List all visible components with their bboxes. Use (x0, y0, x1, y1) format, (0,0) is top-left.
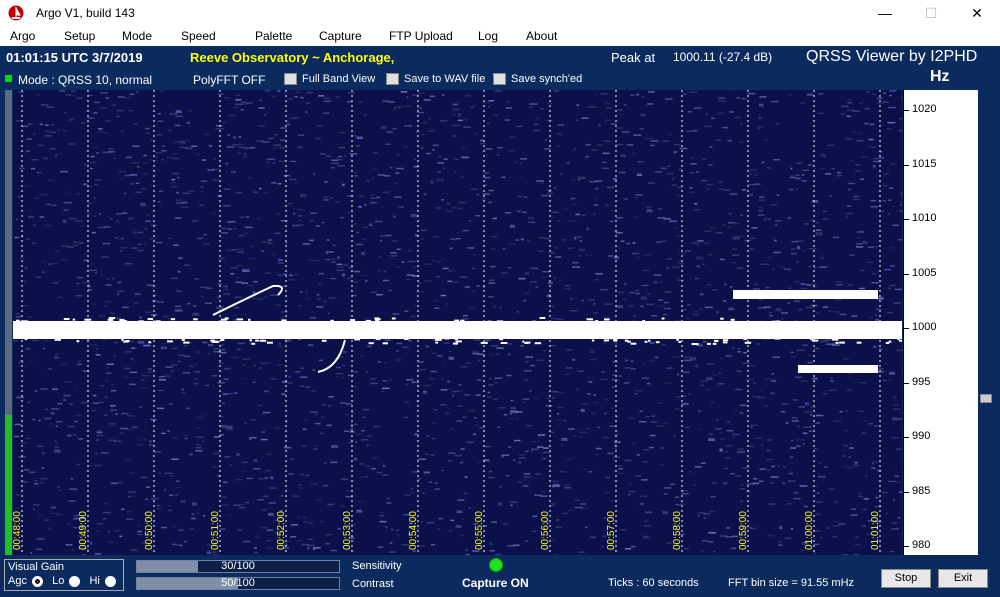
frequency-axis: 1020 1015 1010 1005 1000 995 990 985 980 (903, 90, 978, 555)
time-tick-label: 00:54:00 (408, 511, 419, 550)
secondary-signal (798, 365, 878, 373)
agc-radio[interactable] (32, 575, 44, 587)
signal-level-bar (5, 90, 12, 555)
freq-tick-mark (904, 219, 909, 220)
time-tick-label: 00:58:00 (672, 511, 683, 550)
time-tick-label: 00:55:00 (474, 511, 485, 550)
full-band-label: Full Band View (302, 73, 376, 85)
sensitivity-value: 30/100 (221, 560, 255, 572)
freq-tick-label: 995 (912, 375, 931, 388)
freq-tick-label: 980 (912, 539, 931, 551)
hi-label: Hi (89, 575, 100, 587)
hi-radio[interactable] (104, 575, 116, 587)
menu-ftp-upload[interactable]: FTP Upload (389, 29, 453, 43)
capture-indicator (489, 558, 503, 572)
observatory-label: Reeve Observatory ~ Anchorage, (190, 50, 395, 65)
freq-tick-label: 1000 (912, 321, 937, 333)
time-tick-label: 01:01:00 (870, 511, 881, 550)
window-title: Argo V1, build 143 (36, 6, 135, 20)
menu-about[interactable]: About (526, 29, 557, 43)
freq-tick-mark (904, 273, 909, 275)
menu-speed[interactable]: Speed (181, 29, 216, 43)
time-tick-label: 00:50:00 (144, 511, 155, 550)
save-wav-checkbox[interactable]: Save to WAV file (386, 73, 485, 85)
utc-clock: 01:01:15 UTC 3/7/2019 (6, 50, 143, 65)
time-tick-label: 00:48:00 (13, 511, 23, 550)
polyfft-toggle[interactable]: PolyFFT OFF (193, 73, 265, 87)
time-tick-label: 00:52:00 (276, 511, 287, 550)
lo-radio[interactable] (69, 575, 81, 587)
menu-bar: Argo Setup Mode Speed Palette Capture FT… (0, 26, 1000, 46)
drift-signal (317, 339, 346, 373)
freq-tick-mark (904, 164, 909, 166)
freq-tick-mark (904, 110, 909, 111)
freq-tick-mark (904, 546, 909, 547)
title-bar: Argo V1, build 143 — ☐ ✕ (0, 0, 1000, 26)
menu-argo[interactable]: Argo (10, 29, 35, 43)
drift-signal (212, 284, 283, 316)
time-tick-label: 01:00:00 (804, 511, 815, 550)
bottom-controls: Visual Gain Agc Lo Hi 30/100 Sensitivity… (0, 555, 1000, 597)
freq-tick-label: 1005 (912, 266, 937, 279)
unit-label: Hz (930, 68, 950, 85)
freq-tick-mark (904, 382, 909, 384)
menu-setup[interactable]: Setup (64, 29, 95, 43)
freq-tick-label: 1020 (912, 103, 937, 115)
freq-tick-mark (904, 437, 909, 438)
checkbox-box (284, 73, 297, 85)
freq-tick-label: 1015 (912, 157, 937, 170)
checkbox-box (386, 73, 399, 85)
exit-button[interactable]: Exit (938, 569, 988, 588)
save-synched-checkbox[interactable]: Save synch'ed (493, 73, 582, 85)
freq-tick-label: 985 (912, 484, 931, 497)
lo-label: Lo (52, 575, 65, 587)
agc-label: Agc (8, 575, 27, 587)
secondary-signal (733, 290, 878, 299)
maximize-button[interactable]: ☐ (908, 0, 954, 26)
menu-palette[interactable]: Palette (255, 29, 292, 43)
ticks-label: Ticks : 60 seconds (608, 577, 699, 589)
peak-label: Peak at (611, 50, 656, 65)
checkbox-box (493, 73, 506, 85)
freq-tick-label: 990 (912, 430, 931, 442)
capture-status: Capture ON (462, 576, 529, 590)
menu-log[interactable]: Log (478, 29, 498, 43)
freq-tick-label: 1010 (912, 212, 937, 224)
contrast-value: 50/100 (221, 577, 255, 589)
time-tick-label: 00:56:00 (540, 511, 551, 550)
full-band-checkbox[interactable]: Full Band View (284, 73, 375, 85)
time-tick-label: 00:57:00 (606, 511, 617, 550)
stop-button[interactable]: Stop (881, 569, 931, 588)
fft-bin-size: FFT bin size = 91.55 mHz (728, 577, 855, 589)
time-tick-label: 00:53:00 (342, 511, 353, 550)
status-indicator (5, 75, 12, 82)
slider-thumb[interactable] (980, 394, 992, 403)
sensitivity-slider[interactable]: 30/100 (136, 560, 340, 573)
contrast-label: Contrast (352, 578, 394, 590)
visual-gain-group: Visual Gain Agc Lo Hi (4, 559, 124, 591)
waterfall-display[interactable]: 00:48:00 00:49:00 00:50:00 00:51:00 00:52:00… (13, 90, 902, 555)
freq-tick-mark (904, 491, 909, 493)
menu-capture[interactable]: Capture (319, 29, 362, 43)
visual-gain-label: Visual Gain (8, 561, 65, 573)
save-wav-label: Save to WAV file (404, 73, 486, 85)
peak-value: 1000.11 (-27.4 dB) (673, 50, 773, 64)
argo-app-icon (8, 5, 24, 21)
minimize-button[interactable]: — (862, 0, 908, 26)
waterfall-canvas: 00:48:00 00:49:00 00:50:00 00:51:00 00:52:00… (13, 90, 902, 555)
sensitivity-label: Sensitivity (352, 560, 402, 572)
contrast-slider[interactable]: 50/100 (136, 577, 340, 590)
mode-label: Mode : QRSS 10, normal (18, 73, 153, 87)
freq-tick-mark (904, 328, 909, 329)
menu-mode[interactable]: Mode (122, 29, 152, 43)
frequency-scroll-slider[interactable] (978, 90, 1000, 555)
close-button[interactable]: ✕ (954, 0, 1000, 26)
time-tick-label: 00:49:00 (78, 511, 89, 550)
time-tick-label: 00:59:00 (738, 511, 749, 550)
save-synched-label: Save synch'ed (511, 73, 583, 85)
brand-title: QRSS Viewer by I2PHD (806, 48, 978, 65)
time-tick-label: 00:51:00 (210, 511, 221, 550)
